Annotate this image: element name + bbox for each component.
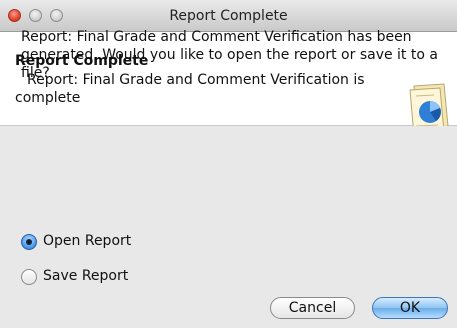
open-report-option[interactable]: Open Report <box>21 233 171 251</box>
options-scroll-clip: Save Report <box>0 264 457 285</box>
report-message: Report: Final Grade and Comment Verifica… <box>21 29 438 81</box>
cancel-button[interactable]: Cancel <box>270 297 355 319</box>
save-report-label: Save Report <box>43 268 129 284</box>
ok-button[interactable]: OK <box>372 297 448 319</box>
radio-selected-icon[interactable] <box>21 234 37 250</box>
save-report-option[interactable]: Save Report <box>21 268 171 285</box>
radio-unselected-icon[interactable] <box>21 269 37 285</box>
open-report-label: Open Report <box>43 233 132 249</box>
window-title: Report Complete <box>169 8 288 24</box>
